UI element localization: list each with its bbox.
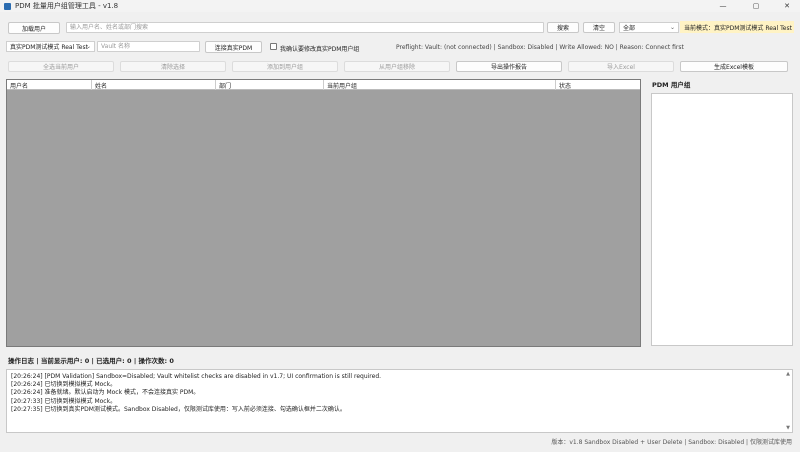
pdm-groups-title: PDM 用户组 bbox=[652, 81, 691, 89]
column-header-username[interactable]: 用户名 bbox=[7, 80, 92, 90]
select-all-button[interactable]: 全选当前用户 bbox=[8, 61, 114, 72]
clear-selection-button[interactable]: 清除选择 bbox=[120, 61, 226, 72]
scroll-down-icon[interactable]: ▼ bbox=[786, 425, 790, 431]
remove-from-group-button[interactable]: 从用户组移除 bbox=[344, 61, 450, 72]
minimize-icon: — bbox=[719, 2, 727, 10]
column-header-current-group[interactable]: 当前用户组 bbox=[324, 80, 556, 90]
mode-badge: 当前模式：真实PDM测试模式 Real Test bbox=[680, 21, 794, 33]
log-panel[interactable]: [20:26:24] [PDM Validation] Sandbox=Disa… bbox=[6, 369, 793, 433]
add-to-group-button[interactable]: 添加到用户组 bbox=[232, 61, 338, 72]
confirm-checkbox-label: 我确认要修改真实PDM用户组 bbox=[280, 46, 360, 53]
close-button[interactable]: ✕ bbox=[776, 0, 798, 12]
minimize-button[interactable]: — bbox=[712, 0, 734, 12]
pdm-groups-list[interactable] bbox=[651, 93, 793, 346]
app-icon bbox=[4, 2, 11, 10]
log-line: [20:27:33] 已切换到模拟模式 Mock。 bbox=[11, 397, 117, 405]
chevron-down-icon: ⌄ bbox=[669, 24, 675, 31]
maximize-button[interactable]: ▢ bbox=[745, 0, 767, 12]
maximize-icon: ▢ bbox=[752, 2, 760, 10]
scroll-up-icon[interactable]: ▲ bbox=[786, 371, 790, 377]
column-header-name[interactable]: 姓名 bbox=[92, 80, 216, 90]
log-line: [20:26:24] [PDM Validation] Sandbox=Disa… bbox=[11, 373, 382, 380]
filter-select-value: 全部 bbox=[623, 25, 636, 32]
mode-select-value: 真实PDM测试模式 Real Test bbox=[10, 44, 88, 51]
clear-button[interactable]: 清空 bbox=[583, 22, 615, 33]
close-icon: ✕ bbox=[784, 2, 790, 10]
log-line: [20:26:24] 准备就绪。默认启动为 Mock 模式，不会连接真实 PDM… bbox=[11, 389, 200, 397]
search-button[interactable]: 搜索 bbox=[547, 22, 579, 33]
preflight-status: Preflight: Vault: (not connected) | Sand… bbox=[396, 44, 684, 51]
users-table[interactable]: 用户名 姓名 部门 当前用户组 状态 bbox=[6, 79, 641, 347]
export-report-button[interactable]: 导出操作报告 bbox=[456, 61, 562, 72]
generate-template-button[interactable]: 生成Excel模板 bbox=[680, 61, 788, 72]
chevron-down-icon: ⌄ bbox=[85, 43, 91, 50]
import-excel-button[interactable]: 导入Excel bbox=[568, 61, 674, 72]
confirm-checkbox[interactable] bbox=[270, 43, 277, 50]
mode-select[interactable]: 真实PDM测试模式 Real Test ⌄ bbox=[6, 41, 95, 52]
version-footer: 版本：v1.8 Sandbox Disabled + User Delete |… bbox=[551, 439, 792, 446]
title-bar: PDM 批量用户组管理工具 - v1.8 bbox=[0, 0, 800, 12]
search-input[interactable] bbox=[66, 22, 544, 33]
filter-select[interactable]: 全部 ⌄ bbox=[619, 22, 679, 33]
status-summary: 操作日志 | 当前显示用户: 0 | 已选用户: 0 | 操作次数: 0 bbox=[8, 357, 174, 365]
column-header-status[interactable]: 状态 bbox=[556, 80, 640, 90]
load-users-button[interactable]: 加载用户 bbox=[8, 22, 60, 34]
column-header-department[interactable]: 部门 bbox=[216, 80, 324, 90]
connect-pdm-button[interactable]: 连接真实PDM bbox=[205, 41, 262, 53]
table-header: 用户名 姓名 部门 当前用户组 状态 bbox=[7, 80, 640, 90]
vault-name-input[interactable] bbox=[97, 41, 200, 52]
log-line: [20:27:35] 已切换到真实PDM测试模式。Sandbox Disable… bbox=[11, 405, 346, 413]
window-title: PDM 批量用户组管理工具 - v1.8 bbox=[15, 2, 119, 10]
